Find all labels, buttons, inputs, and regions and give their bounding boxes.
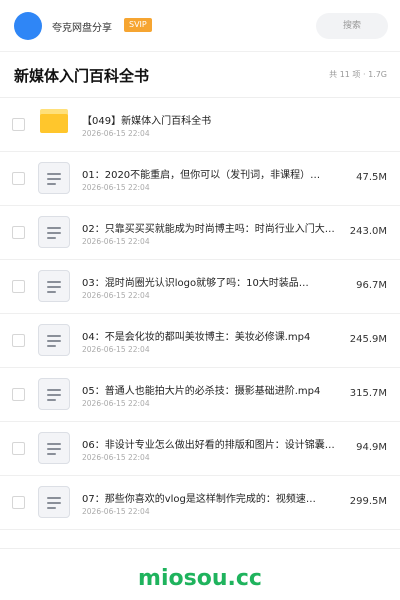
document-icon — [38, 378, 70, 410]
document-icon — [38, 162, 70, 194]
file-list: 【049】新媒体入门百科全书 2026-06-15 22:04 01：2020不… — [0, 98, 400, 530]
file-name: 02：只靠买买买就能成为时尚博主吗：时尚行业入门大… — [82, 224, 335, 235]
document-icon — [38, 432, 70, 464]
svip-badge: SVIP — [124, 18, 152, 32]
file-date: 2026-06-15 22:04 — [82, 237, 150, 246]
file-row[interactable]: 06：非设计专业怎么做出好看的排版和图片：设计锦囊… 2026-06-15 22… — [0, 422, 400, 476]
row-checkbox[interactable] — [12, 280, 25, 293]
row-checkbox[interactable] — [12, 496, 25, 509]
file-row[interactable]: 02：只靠买买买就能成为时尚博主吗：时尚行业入门大… 2026-06-15 22… — [0, 206, 400, 260]
row-checkbox[interactable] — [12, 388, 25, 401]
top-bar: 夸克网盘分享 SVIP 搜索 — [0, 0, 400, 52]
file-name: 07：那些你喜欢的vlog是这样制作完成的：视频速… — [82, 494, 316, 505]
file-size: 94.9M — [356, 442, 387, 453]
file-row[interactable]: 04：不是会化妆的都叫美妆博主：美妆必修课.mp4 2026-06-15 22:… — [0, 314, 400, 368]
row-checkbox[interactable] — [12, 172, 25, 185]
file-row[interactable]: 05：普通人也能拍大片的必杀技：摄影基础进阶.mp4 2026-06-15 22… — [0, 368, 400, 422]
file-date: 2026-06-15 22:04 — [82, 183, 150, 192]
file-size: 315.7M — [349, 388, 387, 399]
username: 夸克网盘分享 — [52, 23, 112, 34]
row-checkbox[interactable] — [12, 442, 25, 455]
search-input[interactable]: 搜索 — [316, 13, 388, 39]
avatar[interactable] — [14, 12, 42, 40]
row-checkbox[interactable] — [12, 118, 25, 131]
file-date: 2026-06-15 22:04 — [82, 345, 150, 354]
document-icon — [38, 486, 70, 518]
file-name: 【049】新媒体入门百科全书 — [82, 116, 212, 127]
file-date: 2026-06-15 22:04 — [82, 399, 150, 408]
file-size: 96.7M — [356, 280, 387, 291]
document-icon — [38, 216, 70, 248]
page-title: 新媒体入门百科全书 — [14, 67, 150, 85]
file-date: 2026-06-15 22:04 — [82, 129, 150, 138]
file-summary: 共 11 项 · 1.7G — [329, 70, 387, 79]
row-checkbox[interactable] — [12, 226, 25, 239]
row-checkbox[interactable] — [12, 334, 25, 347]
title-row: 新媒体入门百科全书 共 11 项 · 1.7G — [0, 52, 400, 98]
watermark: miosou.cc — [138, 566, 262, 591]
document-icon — [38, 324, 70, 356]
file-date: 2026-06-15 22:04 — [82, 453, 150, 462]
folder-row[interactable]: 【049】新媒体入门百科全书 2026-06-15 22:04 — [0, 98, 400, 152]
folder-icon — [40, 109, 68, 133]
file-date: 2026-06-15 22:04 — [82, 507, 150, 516]
file-row[interactable]: 03：混时尚圈光认识logo就够了吗：10大时装品… 2026-06-15 22… — [0, 260, 400, 314]
file-size: 243.0M — [349, 226, 387, 237]
document-icon — [38, 270, 70, 302]
file-size: 47.5M — [356, 172, 387, 183]
file-name: 06：非设计专业怎么做出好看的排版和图片：设计锦囊… — [82, 440, 335, 451]
file-row[interactable]: 07：那些你喜欢的vlog是这样制作完成的：视频速… 2026-06-15 22… — [0, 476, 400, 530]
file-name: 05：普通人也能拍大片的必杀技：摄影基础进阶.mp4 — [82, 386, 321, 397]
file-row[interactable]: 01：2020不能重启，但你可以（发刊词，非课程）… 2026-06-15 22… — [0, 152, 400, 206]
file-size: 245.9M — [349, 334, 387, 345]
file-date: 2026-06-15 22:04 — [82, 291, 150, 300]
file-name: 04：不是会化妆的都叫美妆博主：美妆必修课.mp4 — [82, 332, 311, 343]
file-size: 299.5M — [349, 496, 387, 507]
file-name: 01：2020不能重启，但你可以（发刊词，非课程）… — [82, 170, 321, 181]
file-name: 03：混时尚圈光认识logo就够了吗：10大时装品… — [82, 278, 309, 289]
